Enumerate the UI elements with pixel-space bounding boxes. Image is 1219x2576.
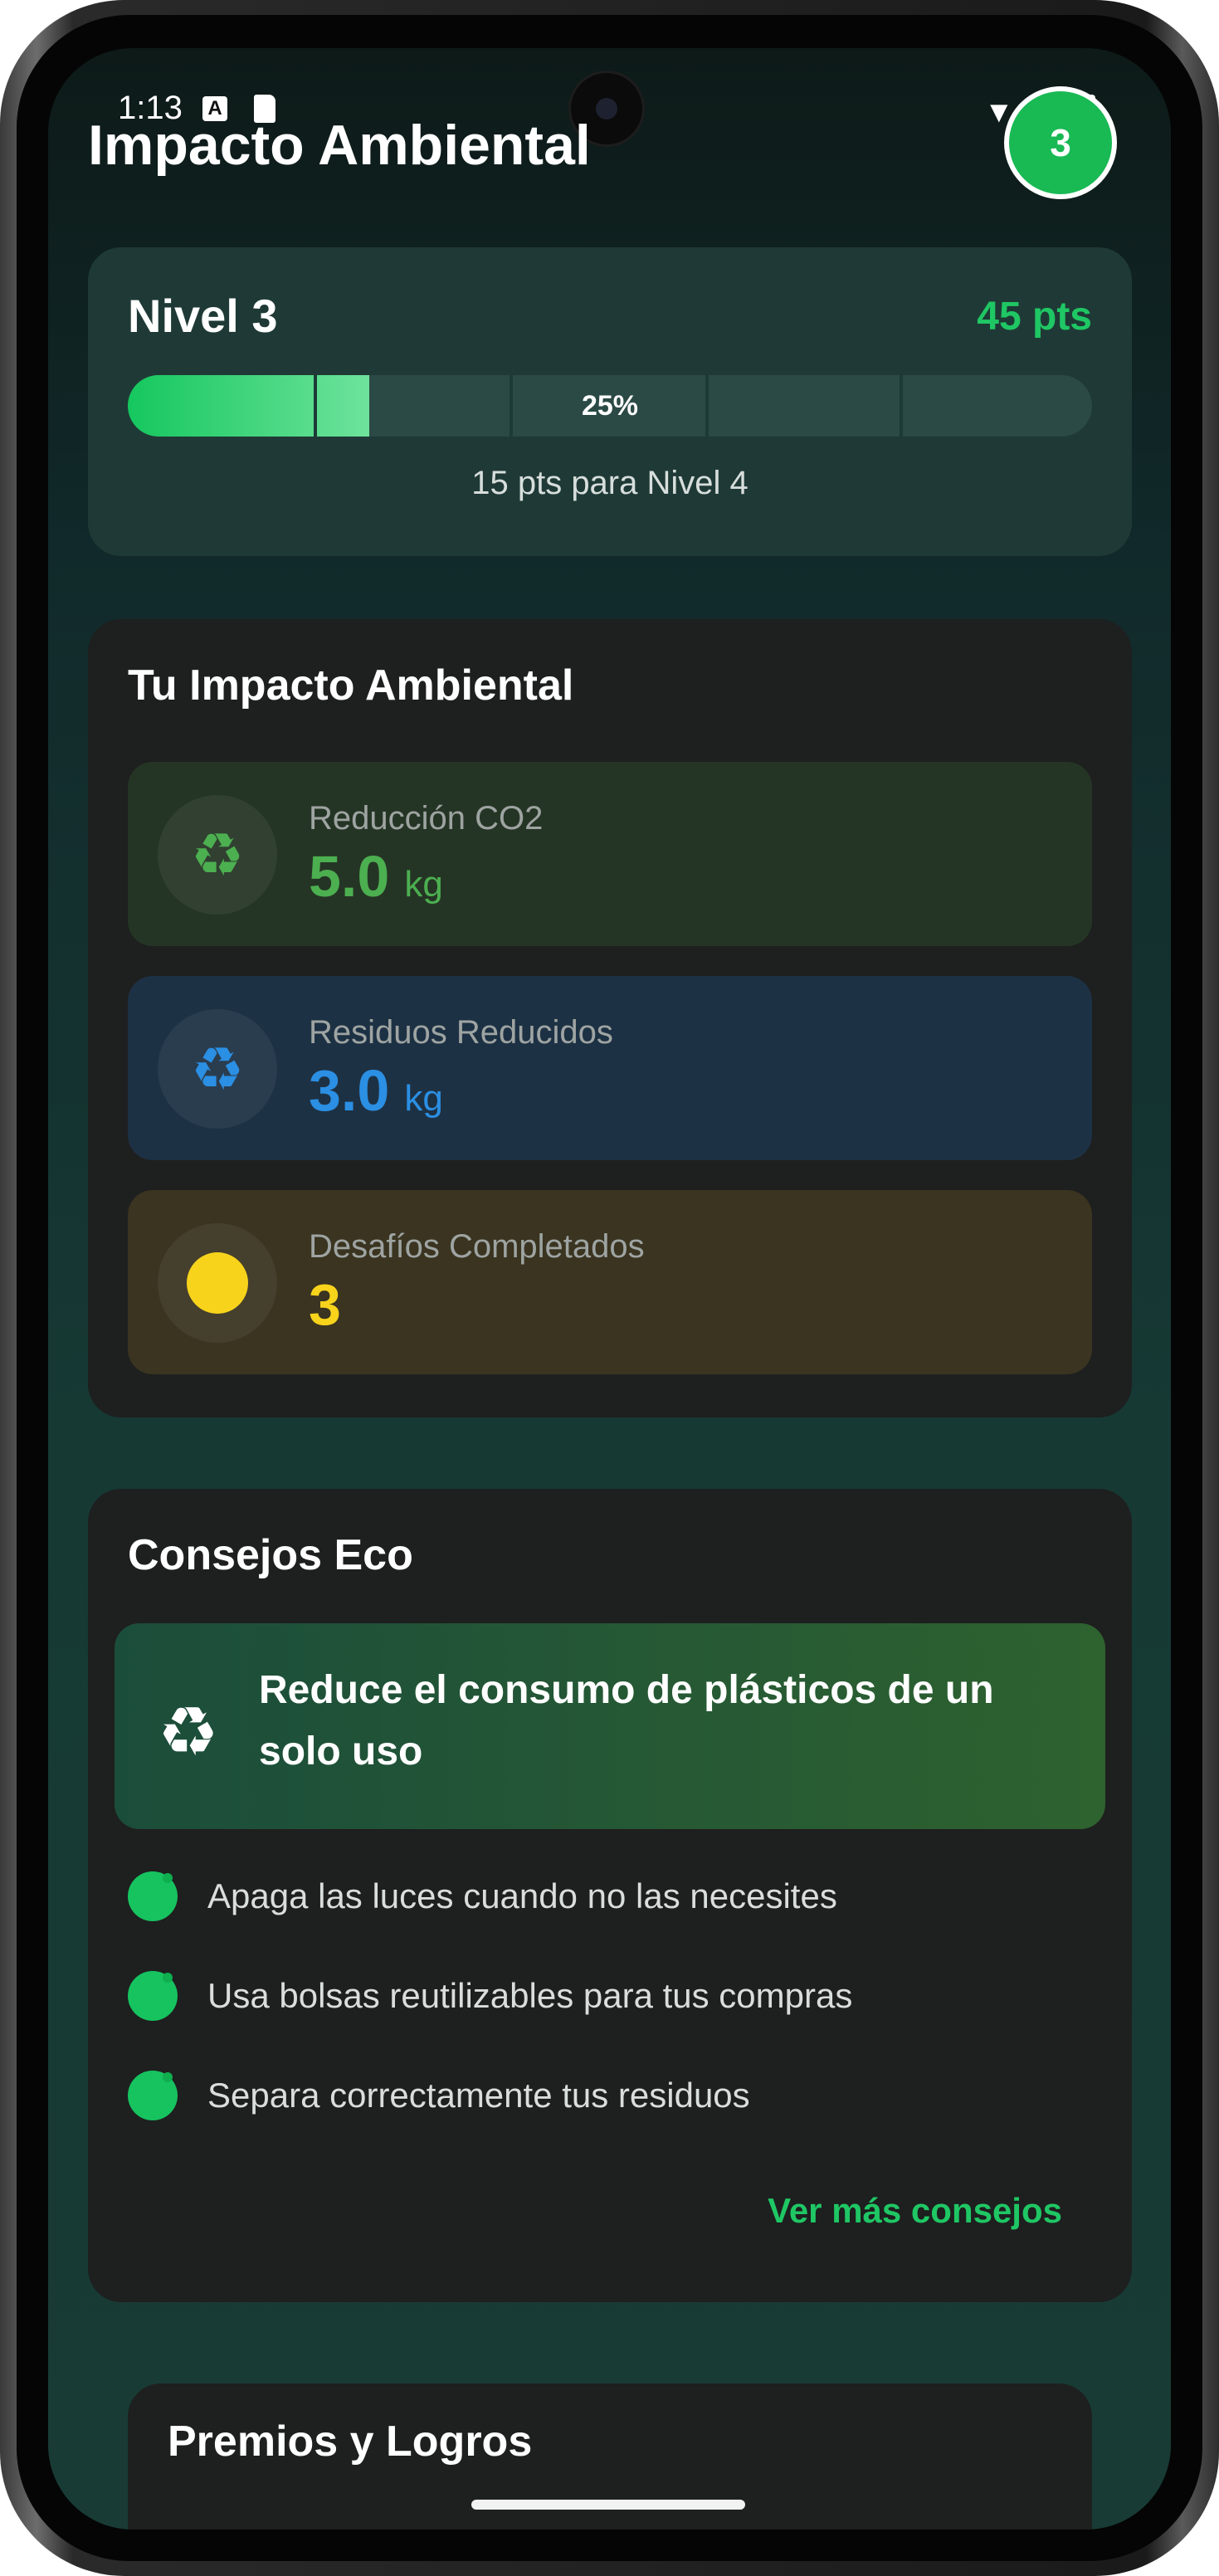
impact-card: Tu Impacto Ambiental ♻ Reducción CO2 5.0…	[88, 619, 1132, 1417]
next-level-text: 15 pts para Nivel 4	[471, 465, 748, 501]
level-card: Nivel 3 45 pts 25% 15 pts para Nivel 4	[88, 247, 1132, 556]
tip-item: Usa bolsas reutilizables para tus compra…	[128, 1967, 852, 2025]
tips-title: Consejos Eco	[128, 1531, 413, 1579]
tip-text: Apaga las luces cuando no las necesites	[207, 1876, 837, 1915]
metric-label: Desafíos Completados	[309, 1228, 645, 1265]
tip-item: Apaga las luces cuando no las necesites	[128, 1867, 837, 1925]
metric-challenges-completed[interactable]: Desafíos Completados 3	[128, 1190, 1092, 1374]
metric-value: 3	[309, 1272, 341, 1337]
tip-text: Usa bolsas reutilizables para tus compra…	[207, 1976, 853, 2015]
tips-card: Consejos Eco ♻ Reduce el consumo de plás…	[88, 1489, 1132, 2302]
tip-bullet-icon	[128, 1971, 178, 2021]
tip-item: Separa correctamente tus residuos	[128, 2066, 750, 2125]
metric-unit: kg	[404, 1078, 443, 1119]
level-title: Nivel 3	[128, 290, 278, 342]
metric-value: 3.0 kg	[309, 1058, 443, 1123]
recycle-icon: ♻	[158, 1695, 219, 1770]
metric-value: 5.0 kg	[309, 844, 443, 909]
metric-label: Reducción CO2	[309, 800, 544, 837]
page-title: Impacto Ambiental	[88, 114, 591, 177]
recycle-icon: ♻	[158, 795, 277, 915]
level-badge[interactable]: 3	[1004, 86, 1117, 199]
metric-label: Residuos Reducidos	[309, 1014, 613, 1051]
metric-waste-reduced[interactable]: ♻ Residuos Reducidos 3.0 kg	[128, 976, 1092, 1160]
tip-bullet-icon	[128, 1871, 178, 1921]
progress-percent: 25%	[581, 389, 639, 422]
tip-text: Separa correctamente tus residuos	[207, 2076, 750, 2115]
home-indicator[interactable]	[471, 2500, 745, 2510]
featured-tip-text: Reduce el consumo de plásticos de un sol…	[259, 1668, 994, 1773]
level-progress-bar: 25%	[128, 375, 1092, 437]
tip-bullet-icon	[128, 2071, 178, 2120]
metric-unit: kg	[404, 864, 443, 905]
recycle-icon: ♻	[158, 1009, 277, 1129]
level-points: 45 pts	[977, 295, 1092, 339]
impact-title: Tu Impacto Ambiental	[128, 661, 574, 710]
metric-co2-reduction[interactable]: ♻ Reducción CO2 5.0 kg	[128, 762, 1092, 946]
app-screen: 1:13 A ▼ Impacto Ambiental 3 Nivel 3 45 …	[48, 48, 1171, 2530]
more-tips-link[interactable]: Ver más consejos	[768, 2191, 1062, 2231]
sun-icon	[158, 1223, 277, 1343]
rewards-title: Premios y Logros	[168, 2417, 533, 2466]
featured-tip[interactable]: ♻ Reduce el consumo de plásticos de un s…	[115, 1623, 1105, 1829]
